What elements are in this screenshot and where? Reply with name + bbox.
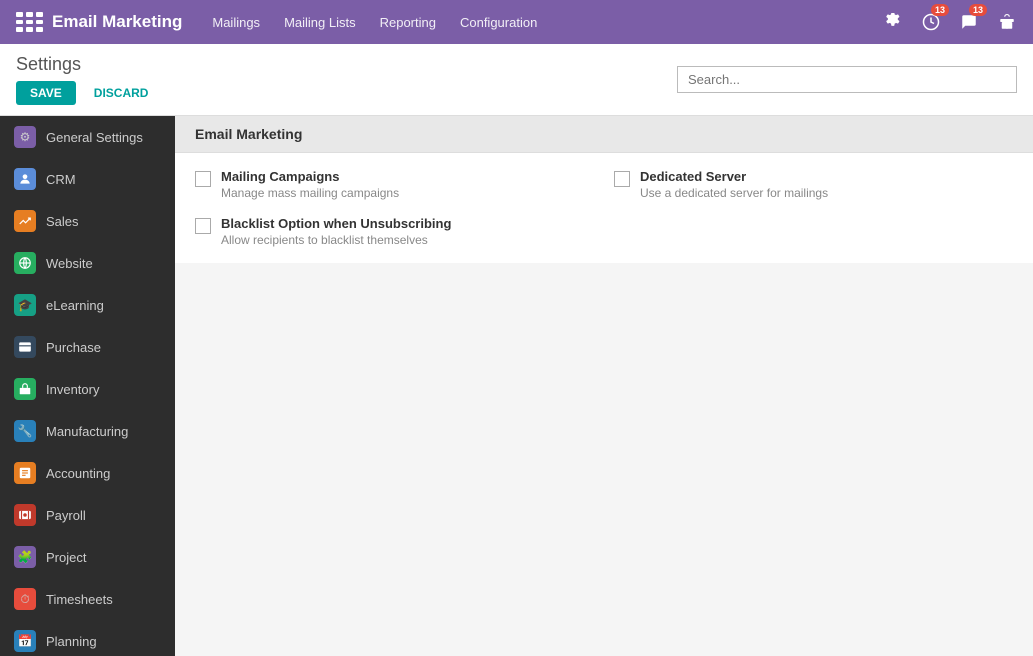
nav-mailing-lists[interactable]: Mailing Lists	[284, 11, 356, 34]
planning-icon: 📅	[14, 630, 36, 652]
messages-badge: 13	[969, 4, 987, 16]
sidebar-item-purchase[interactable]: Purchase	[0, 326, 175, 368]
blacklist-option-label: Blacklist Option when Unsubscribing	[221, 216, 451, 231]
nav-configuration[interactable]: Configuration	[460, 11, 537, 34]
toolbar-left: Settings SAVE DISCARD	[16, 54, 158, 105]
settings-grid: Mailing Campaigns Manage mass mailing ca…	[175, 153, 1033, 263]
topnav-icons: 13 13	[879, 8, 1021, 36]
crm-icon	[14, 168, 36, 190]
website-icon	[14, 252, 36, 274]
blacklist-option-desc: Allow recipients to blacklist themselves	[221, 233, 451, 247]
setting-blacklist-option: Blacklist Option when Unsubscribing Allo…	[195, 216, 594, 247]
setting-mailing-campaigns: Mailing Campaigns Manage mass mailing ca…	[195, 169, 594, 200]
sidebar-item-elearning[interactable]: 🎓 eLearning	[0, 284, 175, 326]
nav-mailings[interactable]: Mailings	[212, 11, 260, 34]
sidebar-label-elearning: eLearning	[46, 298, 104, 313]
mailing-campaigns-checkbox[interactable]	[195, 171, 211, 187]
sidebar-item-project[interactable]: 🧩 Project	[0, 536, 175, 578]
accounting-icon	[14, 462, 36, 484]
purchase-icon	[14, 336, 36, 358]
inventory-icon	[14, 378, 36, 400]
elearning-icon: 🎓	[14, 294, 36, 316]
toolbar: Settings SAVE DISCARD	[0, 44, 1033, 116]
blacklist-option-checkbox[interactable]	[195, 218, 211, 234]
discard-button[interactable]: DISCARD	[84, 81, 159, 105]
mailing-campaigns-desc: Manage mass mailing campaigns	[221, 186, 399, 200]
gear-nav-icon[interactable]	[879, 8, 907, 36]
section-header: Email Marketing	[175, 116, 1033, 153]
gift-icon[interactable]	[993, 8, 1021, 36]
blacklist-option-info: Blacklist Option when Unsubscribing Allo…	[221, 216, 451, 247]
main-layout: ⚙ General Settings CRM Sales Website 🎓 e…	[0, 116, 1033, 656]
nav-links: Mailings Mailing Lists Reporting Configu…	[212, 11, 879, 34]
sidebar-label-timesheets: Timesheets	[46, 592, 113, 607]
toolbar-buttons: SAVE DISCARD	[16, 81, 158, 105]
sidebar-label-sales: Sales	[46, 214, 79, 229]
sales-icon	[14, 210, 36, 232]
save-button[interactable]: SAVE	[16, 81, 76, 105]
search-input[interactable]	[677, 66, 1017, 93]
sidebar-item-website[interactable]: Website	[0, 242, 175, 284]
sidebar-item-manufacturing[interactable]: 🔧 Manufacturing	[0, 410, 175, 452]
sidebar-item-crm[interactable]: CRM	[0, 158, 175, 200]
topnav: Email Marketing Mailings Mailing Lists R…	[0, 0, 1033, 44]
dedicated-server-desc: Use a dedicated server for mailings	[640, 186, 828, 200]
mailing-campaigns-info: Mailing Campaigns Manage mass mailing ca…	[221, 169, 399, 200]
sidebar-label-crm: CRM	[46, 172, 76, 187]
sidebar-label-inventory: Inventory	[46, 382, 99, 397]
sidebar-label-project: Project	[46, 550, 86, 565]
sidebar-label-manufacturing: Manufacturing	[46, 424, 128, 439]
dedicated-server-label: Dedicated Server	[640, 169, 828, 184]
sidebar-item-sales[interactable]: Sales	[0, 200, 175, 242]
dedicated-server-checkbox[interactable]	[614, 171, 630, 187]
sidebar-label-website: Website	[46, 256, 93, 271]
sidebar: ⚙ General Settings CRM Sales Website 🎓 e…	[0, 116, 175, 656]
sidebar-label-purchase: Purchase	[46, 340, 101, 355]
sidebar-item-timesheets[interactable]: ⏱ Timesheets	[0, 578, 175, 620]
app-title: Email Marketing	[52, 12, 182, 32]
nav-reporting[interactable]: Reporting	[380, 11, 436, 34]
sidebar-item-inventory[interactable]: Inventory	[0, 368, 175, 410]
general-settings-icon: ⚙	[14, 126, 36, 148]
grid-icon[interactable]	[12, 8, 40, 36]
payroll-icon	[14, 504, 36, 526]
sidebar-label-accounting: Accounting	[46, 466, 110, 481]
sidebar-item-general-settings[interactable]: ⚙ General Settings	[0, 116, 175, 158]
dedicated-server-info: Dedicated Server Use a dedicated server …	[640, 169, 828, 200]
activity-icon[interactable]: 13	[917, 8, 945, 36]
page-title: Settings	[16, 54, 158, 75]
sidebar-item-payroll[interactable]: Payroll	[0, 494, 175, 536]
messages-icon[interactable]: 13	[955, 8, 983, 36]
mailing-campaigns-label: Mailing Campaigns	[221, 169, 399, 184]
sidebar-item-planning[interactable]: 📅 Planning	[0, 620, 175, 656]
sidebar-label-general-settings: General Settings	[46, 130, 143, 145]
timesheets-icon: ⏱	[14, 588, 36, 610]
content-area: Email Marketing Mailing Campaigns Manage…	[175, 116, 1033, 656]
setting-dedicated-server: Dedicated Server Use a dedicated server …	[614, 169, 1013, 200]
sidebar-item-accounting[interactable]: Accounting	[0, 452, 175, 494]
activity-badge: 13	[931, 4, 949, 16]
manufacturing-icon: 🔧	[14, 420, 36, 442]
project-icon: 🧩	[14, 546, 36, 568]
sidebar-label-planning: Planning	[46, 634, 97, 649]
sidebar-label-payroll: Payroll	[46, 508, 86, 523]
